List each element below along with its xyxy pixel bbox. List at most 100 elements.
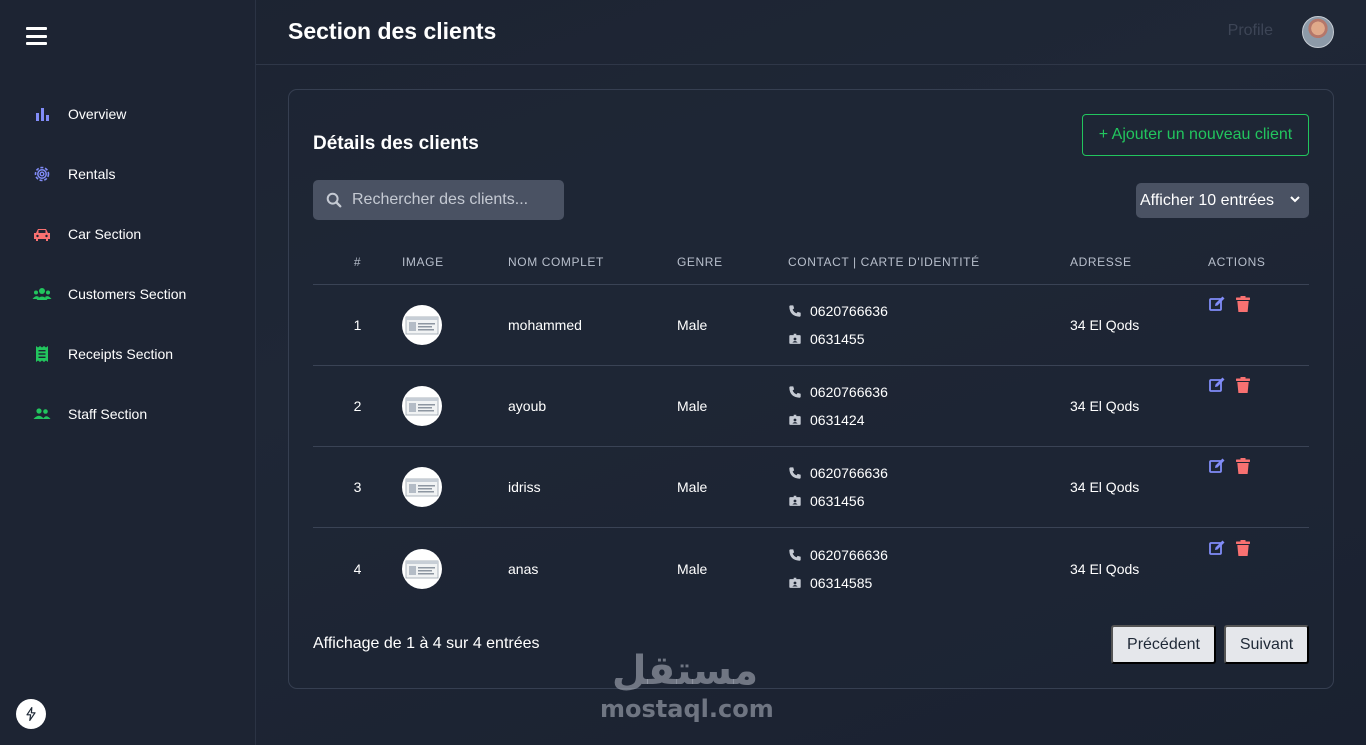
sidebar-item-car-section[interactable]: Car Section (0, 204, 256, 264)
pagination-info: Affichage de 1 à 4 sur 4 entrées (313, 635, 540, 652)
page-title: Section des clients (288, 18, 497, 44)
id-card-thumbnail[interactable] (402, 548, 442, 589)
trash-icon[interactable] (1234, 376, 1252, 394)
table-header: # IMAGE NOM COMPLET GENRE CONTACT | CART… (313, 240, 1309, 285)
phone-line: 0620766636 (788, 297, 1070, 325)
clients-card: Détails des clients + Ajouter un nouveau… (288, 89, 1334, 689)
table-row: 4 anas Male 0620766636 06314585 34 El Qo… (313, 528, 1309, 609)
lightning-icon (26, 707, 36, 721)
sidebar-item-overview[interactable]: Overview (0, 84, 256, 144)
phone-line: 0620766636 (788, 378, 1070, 406)
sidebar-item-rentals[interactable]: Rentals (0, 144, 256, 204)
column-header-actions: ACTIONS (1208, 255, 1266, 269)
add-client-button[interactable]: + Ajouter un nouveau client (1082, 114, 1309, 156)
column-header-genre: GENRE (677, 255, 723, 269)
sidebar-item-label: Receipts Section (68, 346, 174, 362)
watermark-arabic: مستقل (611, 648, 759, 694)
row-number: 4 (353, 560, 362, 577)
row-genre: Male (677, 398, 708, 414)
row-number: 1 (353, 317, 362, 333)
row-id-card: 0631456 (810, 493, 865, 509)
edit-icon[interactable] (1208, 295, 1226, 313)
sidebar-item-staff-section[interactable]: Staff Section (0, 384, 256, 444)
row-full-name: ayoub (508, 398, 547, 414)
sidebar-item-label: Car Section (68, 226, 142, 242)
edit-icon[interactable] (1208, 539, 1226, 557)
phone-line: 0620766636 (788, 459, 1070, 487)
id-card-thumbnail[interactable] (402, 305, 442, 345)
row-image-cell (402, 467, 508, 507)
table-row: 1 mohammed Male 0620766636 0631455 34 El… (313, 285, 1309, 366)
sidebar-item-label: Overview (68, 106, 127, 122)
hamburger-menu-icon[interactable] (26, 27, 47, 45)
id-card-image-icon (405, 478, 439, 497)
id-card-line: 0631456 (788, 487, 1070, 515)
gear-icon (32, 164, 52, 184)
edit-icon[interactable] (1208, 376, 1226, 394)
next-button[interactable]: Suivant (1224, 625, 1309, 664)
search-field[interactable] (313, 180, 564, 220)
phone-icon (789, 305, 801, 317)
row-genre: Male (677, 479, 708, 495)
trash-icon[interactable] (1234, 539, 1252, 557)
sidebar-nav: Overview Rentals Car Section Customers S… (0, 84, 256, 444)
clients-table: # IMAGE NOM COMPLET GENRE CONTACT | CART… (313, 240, 1309, 609)
id-badge-icon (789, 333, 801, 344)
id-card-line: 06314585 (788, 569, 1070, 597)
row-image-cell (402, 548, 508, 589)
phone-icon (789, 386, 801, 398)
row-image-cell (402, 386, 508, 426)
previous-button[interactable]: Précédent (1111, 625, 1216, 664)
users-icon (32, 284, 52, 304)
row-full-name: idriss (508, 479, 541, 495)
watermark-latin: mostaql.com (600, 695, 774, 723)
row-address: 34 El Qods (1070, 317, 1140, 333)
id-badge-icon (789, 414, 801, 425)
column-header-image: IMAGE (402, 255, 444, 269)
trash-icon[interactable] (1234, 457, 1252, 475)
row-address: 34 El Qods (1070, 479, 1140, 495)
row-phone: 0620766636 (810, 303, 888, 319)
row-genre: Male (677, 560, 708, 577)
row-address: 34 El Qods (1070, 560, 1140, 577)
entries-select-value: Afficher 10 entrées (1140, 191, 1275, 209)
id-card-thumbnail[interactable] (402, 467, 442, 507)
row-number: 3 (353, 479, 362, 495)
column-header-number: # (353, 255, 362, 269)
row-number: 2 (353, 398, 362, 414)
id-card-image-icon (405, 397, 439, 416)
trash-icon[interactable] (1234, 295, 1252, 313)
sidebar: Overview Rentals Car Section Customers S… (0, 0, 256, 745)
avatar[interactable] (1302, 16, 1334, 48)
row-full-name: anas (508, 560, 539, 577)
user-group-icon (32, 404, 52, 424)
column-header-address: ADRESSE (1070, 255, 1132, 269)
row-contact: 0620766636 0631424 (788, 378, 1070, 434)
column-header-contact: CONTACT | CARTE D'IDENTITÉ (788, 255, 980, 269)
id-badge-icon (789, 577, 801, 588)
row-phone: 0620766636 (810, 546, 888, 563)
sidebar-item-customers-section[interactable]: Customers Section (0, 264, 256, 324)
id-card-image-icon (405, 560, 439, 578)
table-row: 3 idriss Male 0620766636 0631456 34 El Q… (313, 447, 1309, 528)
id-card-thumbnail[interactable] (402, 386, 442, 426)
row-contact: 0620766636 0631455 (788, 297, 1070, 353)
search-icon (326, 192, 342, 208)
phone-line: 0620766636 (788, 541, 1070, 569)
edit-icon[interactable] (1208, 457, 1226, 475)
receipt-icon (32, 344, 52, 364)
sidebar-item-label: Staff Section (68, 406, 148, 422)
id-card-line: 0631455 (788, 325, 1070, 353)
profile-link[interactable]: Profile (1228, 22, 1273, 40)
car-icon (32, 224, 52, 244)
entries-select[interactable]: Afficher 10 entrées (1136, 183, 1309, 218)
bolt-button[interactable] (16, 699, 46, 729)
row-contact: 0620766636 0631456 (788, 459, 1070, 515)
sidebar-item-receipts-section[interactable]: Receipts Section (0, 324, 256, 384)
row-image-cell (402, 305, 508, 345)
id-card-line: 0631424 (788, 406, 1070, 434)
chevron-down-icon (1290, 196, 1300, 203)
phone-icon (789, 548, 801, 561)
search-input[interactable] (352, 191, 552, 209)
top-bar: Section des clients Profile (256, 0, 1366, 65)
